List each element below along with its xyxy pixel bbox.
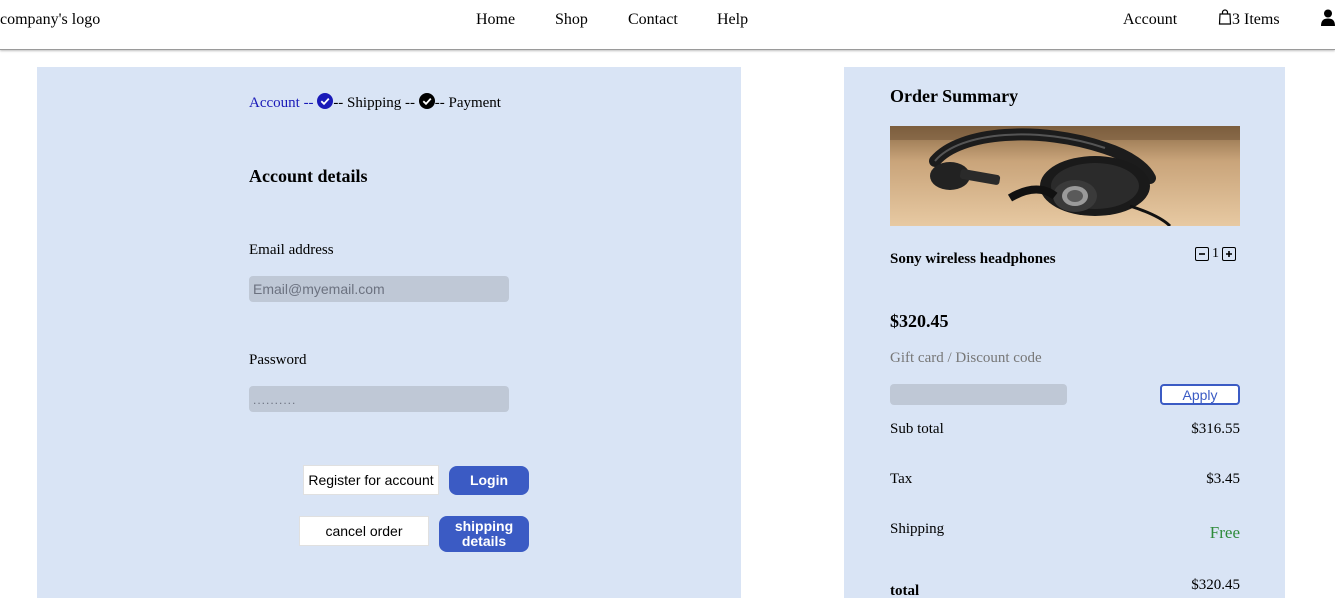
shipping-label: Shipping <box>890 521 945 537</box>
checkout-steps: Account -- -- Shipping -- -- Payment <box>249 93 501 112</box>
user-icon[interactable] <box>1321 9 1335 27</box>
email-label: Email address <box>249 242 334 258</box>
product-image <box>890 126 1240 226</box>
shipping-value: Free <box>1209 523 1240 542</box>
increase-quantity-button[interactable] <box>1222 247 1236 261</box>
order-summary-panel: Order Summary Sony wireless headphones 1… <box>844 67 1285 598</box>
shipping-details-button[interactable]: shipping details <box>439 516 529 552</box>
subtotal-label: Sub total <box>890 421 944 437</box>
register-button[interactable]: Register for account <box>303 465 439 495</box>
password-field[interactable] <box>249 386 509 412</box>
apply-discount-button[interactable]: Apply <box>1160 384 1240 405</box>
nav-home[interactable]: Home <box>476 11 515 29</box>
decrease-quantity-button[interactable] <box>1195 247 1209 261</box>
shopping-bag-icon <box>1218 9 1232 25</box>
nav-help[interactable]: Help <box>717 11 748 29</box>
order-summary-heading: Order Summary <box>890 86 1019 106</box>
checkout-panel: Account -- -- Shipping -- -- Payment Acc… <box>37 67 741 598</box>
tax-value: $3.45 <box>1206 471 1240 487</box>
total-label: total <box>890 583 920 598</box>
nav-account[interactable]: Account <box>1123 11 1177 29</box>
quantity-value: 1 <box>1212 246 1219 261</box>
total-value: $320.45 <box>1191 577 1240 593</box>
account-details-heading: Account details <box>249 166 368 186</box>
nav-contact[interactable]: Contact <box>628 11 678 29</box>
discount-code-input[interactable] <box>890 384 1067 405</box>
step-payment[interactable]: -- Payment <box>435 95 501 111</box>
plus-icon <box>1226 251 1232 257</box>
subtotal-value: $316.55 <box>1191 421 1240 437</box>
check-circle-icon <box>317 93 334 109</box>
email-field[interactable] <box>249 276 509 302</box>
cart-count: 3 Items <box>1232 11 1280 28</box>
step-shipping[interactable]: -- Shipping -- <box>333 95 415 111</box>
cancel-order-button[interactable]: cancel order <box>299 516 429 546</box>
company-logo[interactable]: company's logo <box>0 11 100 29</box>
logo-alt-text: company's logo <box>0 11 101 28</box>
product-name: Sony wireless headphones <box>890 251 1056 267</box>
product-price: $320.45 <box>890 311 949 331</box>
login-button[interactable]: Login <box>449 466 529 495</box>
minus-icon <box>1199 253 1205 255</box>
tax-label: Tax <box>890 471 913 487</box>
site-header: company's logo Home Shop Contact Help Ac… <box>0 0 1335 50</box>
discount-code-label: Gift card / Discount code <box>890 350 1042 366</box>
password-label: Password <box>249 352 307 368</box>
step-account[interactable]: Account -- <box>249 95 314 111</box>
quantity-stepper: 1 <box>1195 246 1236 262</box>
cart-link[interactable]: 3 Items <box>1218 9 1280 29</box>
nav-shop[interactable]: Shop <box>555 11 588 29</box>
check-circle-icon <box>418 93 435 109</box>
